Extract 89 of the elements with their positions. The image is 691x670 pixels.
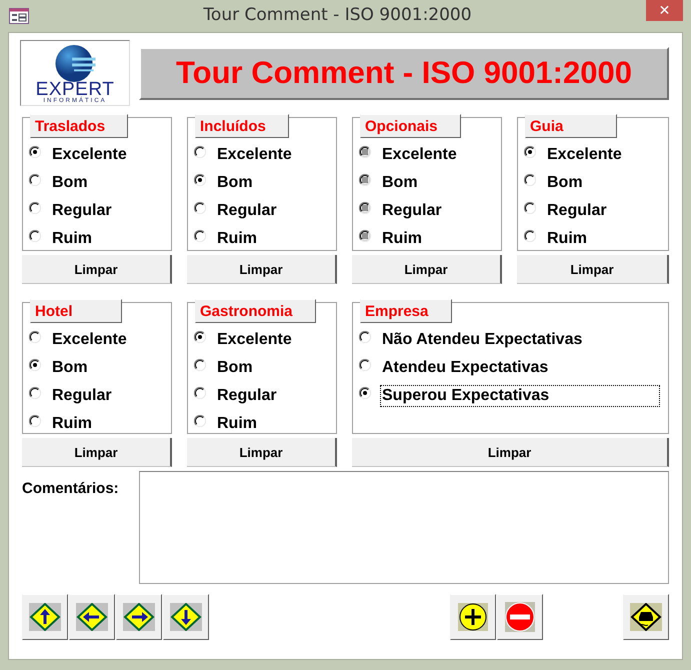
no-entry-icon xyxy=(504,602,534,632)
option-label: Excelente xyxy=(216,330,293,350)
radio-button[interactable] xyxy=(524,146,536,158)
option-label: Regular xyxy=(216,386,278,406)
comments-field[interactable] xyxy=(139,471,669,584)
window-title: Tour Comment - ISO 9001:2000 xyxy=(202,5,473,25)
option-label: Excelente xyxy=(381,145,458,165)
group-title: Incluídos xyxy=(195,114,289,138)
option-label: Não Atendeu Expectativas xyxy=(381,330,584,350)
option-label: Regular xyxy=(381,201,443,221)
option-label: Bom xyxy=(381,173,419,193)
arrow-sign-icon xyxy=(29,603,61,631)
option-label: Ruim xyxy=(51,414,93,434)
option-label: Ruim xyxy=(381,229,423,249)
delete-button[interactable] xyxy=(496,594,542,640)
option-label: Bom xyxy=(216,358,254,378)
up-button[interactable] xyxy=(22,594,68,640)
option-label: Excelente xyxy=(216,145,293,165)
plus-icon xyxy=(458,603,488,631)
radio-button[interactable] xyxy=(194,331,206,343)
radio-button[interactable] xyxy=(359,230,371,242)
radio-button[interactable] xyxy=(194,359,206,371)
group-title: Gastronomia xyxy=(195,299,316,323)
group-title: Hotel xyxy=(30,299,122,323)
radio-button[interactable] xyxy=(29,415,41,427)
option-label: Regular xyxy=(51,386,113,406)
radio-button[interactable] xyxy=(359,331,371,343)
radio-button[interactable] xyxy=(29,174,41,186)
radio-button[interactable] xyxy=(29,202,41,214)
option-label: Ruim xyxy=(51,229,93,249)
option-label: Superou Expectativas xyxy=(380,385,660,407)
radio-button[interactable] xyxy=(359,387,371,399)
radio-button[interactable] xyxy=(194,202,206,214)
group-title: Guia xyxy=(525,114,617,138)
slippery-road-icon xyxy=(630,603,662,631)
logo-text: EXPERT xyxy=(36,81,114,98)
option-label: Regular xyxy=(216,201,278,221)
radio-button[interactable] xyxy=(29,331,41,343)
option-label: Regular xyxy=(51,201,113,221)
window-icon xyxy=(9,8,29,24)
option-label: Bom xyxy=(216,173,254,193)
clear-button[interactable]: Limpar xyxy=(22,438,172,467)
group-title: Empresa xyxy=(360,299,452,323)
option-label: Ruim xyxy=(216,414,258,434)
radio-button[interactable] xyxy=(524,174,536,186)
option-label: Ruim xyxy=(216,229,258,249)
road-button[interactable] xyxy=(623,594,669,640)
radio-button[interactable] xyxy=(29,230,41,242)
radio-button[interactable] xyxy=(359,202,371,214)
option-label: Bom xyxy=(546,173,584,193)
radio-button[interactable] xyxy=(359,359,371,371)
radio-button[interactable] xyxy=(194,415,206,427)
left-button[interactable] xyxy=(69,594,115,640)
radio-button[interactable] xyxy=(524,202,536,214)
clear-button[interactable]: Limpar xyxy=(187,438,337,467)
clear-button[interactable]: Limpar xyxy=(352,438,669,467)
clear-button[interactable]: Limpar xyxy=(517,255,669,284)
radio-button[interactable] xyxy=(29,387,41,399)
option-label: Regular xyxy=(546,201,608,221)
group-title: Traslados xyxy=(30,114,128,138)
add-button[interactable] xyxy=(450,594,496,640)
option-label: Excelente xyxy=(51,330,128,350)
form-banner: Tour Comment - ISO 9001:2000 xyxy=(139,46,669,100)
radio-button[interactable] xyxy=(359,174,371,186)
option-label: Ruim xyxy=(546,229,588,249)
clear-button[interactable]: Limpar xyxy=(352,255,502,284)
close-button[interactable]: ✕ xyxy=(646,0,683,21)
radio-button[interactable] xyxy=(29,146,41,158)
radio-button[interactable] xyxy=(194,146,206,158)
group-title: Opcionais xyxy=(360,114,461,138)
radio-button[interactable] xyxy=(194,174,206,186)
arrow-sign-icon xyxy=(123,603,155,631)
right-button[interactable] xyxy=(116,594,162,640)
radio-button[interactable] xyxy=(29,359,41,371)
option-label: Bom xyxy=(51,173,89,193)
clear-button[interactable]: Limpar xyxy=(22,255,172,284)
option-label: Excelente xyxy=(546,145,623,165)
arrow-sign-icon xyxy=(76,603,108,631)
option-label: Bom xyxy=(51,358,89,378)
option-label: Atendeu Expectativas xyxy=(381,358,550,378)
clear-button[interactable]: Limpar xyxy=(187,255,337,284)
down-button[interactable] xyxy=(163,594,209,640)
radio-button[interactable] xyxy=(194,230,206,242)
comments-label: Comentários: xyxy=(22,480,120,499)
radio-button[interactable] xyxy=(359,146,371,158)
radio-button[interactable] xyxy=(194,387,206,399)
radio-button[interactable] xyxy=(524,230,536,242)
arrow-sign-icon xyxy=(170,603,202,631)
option-label: Excelente xyxy=(51,145,128,165)
